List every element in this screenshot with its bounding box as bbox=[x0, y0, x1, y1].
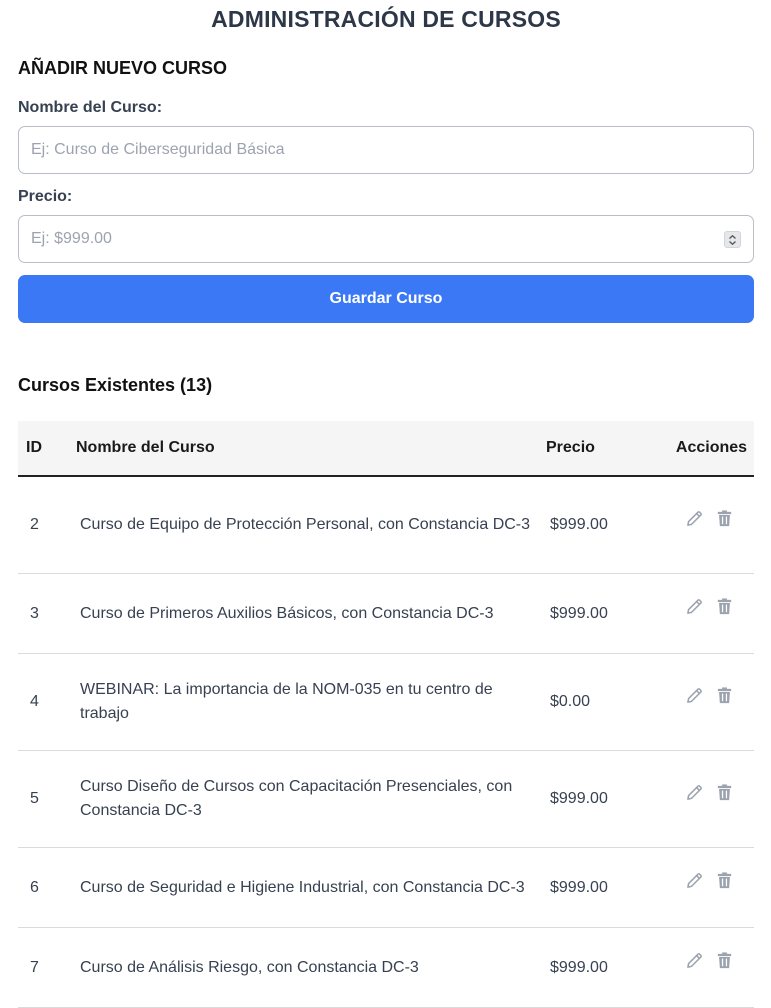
trash-icon[interactable] bbox=[715, 783, 734, 802]
price-input[interactable] bbox=[31, 230, 741, 248]
cell-price: $999.00 bbox=[546, 750, 661, 848]
column-header-name: Nombre del Curso bbox=[76, 439, 215, 456]
cell-name: Curso de Equipo de Protección Personal, … bbox=[76, 476, 546, 574]
pencil-icon[interactable] bbox=[685, 871, 704, 890]
cell-name: WEBINAR: La importancia de la NOM-035 en… bbox=[76, 653, 546, 751]
cell-price: $999.00 bbox=[546, 476, 661, 574]
column-header-actions: Acciones bbox=[675, 439, 748, 456]
cell-actions bbox=[661, 927, 754, 1008]
cell-name: Curso de Análisis Riesgo, con Constancia… bbox=[76, 927, 546, 1008]
cell-price: $0.00 bbox=[546, 653, 661, 751]
column-header-price: Precio bbox=[546, 439, 595, 456]
column-header-id: ID bbox=[26, 439, 42, 456]
cell-actions bbox=[661, 750, 754, 848]
table-row: 4 WEBINAR: La importancia de la NOM-035 … bbox=[18, 653, 754, 751]
course-name-label: Nombre del Curso: bbox=[18, 99, 163, 116]
pencil-icon[interactable] bbox=[685, 951, 704, 970]
pencil-icon[interactable] bbox=[685, 783, 704, 802]
existing-courses-heading: Cursos Existentes (13) bbox=[18, 375, 213, 395]
cell-actions bbox=[661, 573, 754, 654]
page-title: ADMINISTRACIÓN DE CURSOS bbox=[211, 6, 561, 32]
trash-icon[interactable] bbox=[715, 509, 734, 528]
trash-icon[interactable] bbox=[715, 951, 734, 970]
price-field[interactable] bbox=[18, 215, 754, 263]
table-row: 2 Curso de Equipo de Protección Personal… bbox=[18, 476, 754, 574]
page: ADMINISTRACIÓN DE CURSOS AÑADIR NUEVO CU… bbox=[0, 0, 771, 1008]
cell-name: Curso Diseño de Cursos con Capacitación … bbox=[76, 750, 546, 848]
cell-actions bbox=[661, 476, 754, 574]
table-header-row: ID Nombre del Curso Precio Acciones bbox=[18, 421, 754, 476]
trash-icon[interactable] bbox=[715, 597, 734, 616]
pencil-icon[interactable] bbox=[685, 686, 704, 705]
cell-id: 5 bbox=[18, 750, 76, 848]
pencil-icon[interactable] bbox=[685, 597, 704, 616]
course-name-input[interactable] bbox=[31, 141, 741, 159]
courses-table: ID Nombre del Curso Precio Acciones 2 Cu… bbox=[18, 421, 754, 1008]
cell-name: Curso de Primeros Auxilios Básicos, con … bbox=[76, 573, 546, 654]
table-row: 5 Curso Diseño de Cursos con Capacitació… bbox=[18, 750, 754, 848]
price-label: Precio: bbox=[18, 188, 73, 205]
cell-id: 6 bbox=[18, 847, 76, 928]
cell-name: Curso de Seguridad e Higiene Industrial,… bbox=[76, 847, 546, 928]
cell-actions bbox=[661, 653, 754, 751]
cell-id: 4 bbox=[18, 653, 76, 751]
number-spinner-icon[interactable] bbox=[724, 231, 741, 248]
cell-id: 7 bbox=[18, 927, 76, 1008]
course-name-field[interactable] bbox=[18, 126, 754, 174]
add-course-heading: AÑADIR NUEVO CURSO bbox=[18, 58, 228, 78]
cell-price: $999.00 bbox=[546, 573, 661, 654]
trash-icon[interactable] bbox=[715, 686, 734, 705]
table-row: 7 Curso de Análisis Riesgo, con Constanc… bbox=[18, 927, 754, 1008]
table-row: 3 Curso de Primeros Auxilios Básicos, co… bbox=[18, 573, 754, 654]
cell-id: 2 bbox=[18, 476, 76, 574]
table-row: 6 Curso de Seguridad e Higiene Industria… bbox=[18, 847, 754, 928]
cell-id: 3 bbox=[18, 573, 76, 654]
cell-price: $999.00 bbox=[546, 927, 661, 1008]
pencil-icon[interactable] bbox=[685, 509, 704, 528]
cell-price: $999.00 bbox=[546, 847, 661, 928]
trash-icon[interactable] bbox=[715, 871, 734, 890]
cell-actions bbox=[661, 847, 754, 928]
save-course-button[interactable]: Guardar Curso bbox=[18, 275, 754, 323]
